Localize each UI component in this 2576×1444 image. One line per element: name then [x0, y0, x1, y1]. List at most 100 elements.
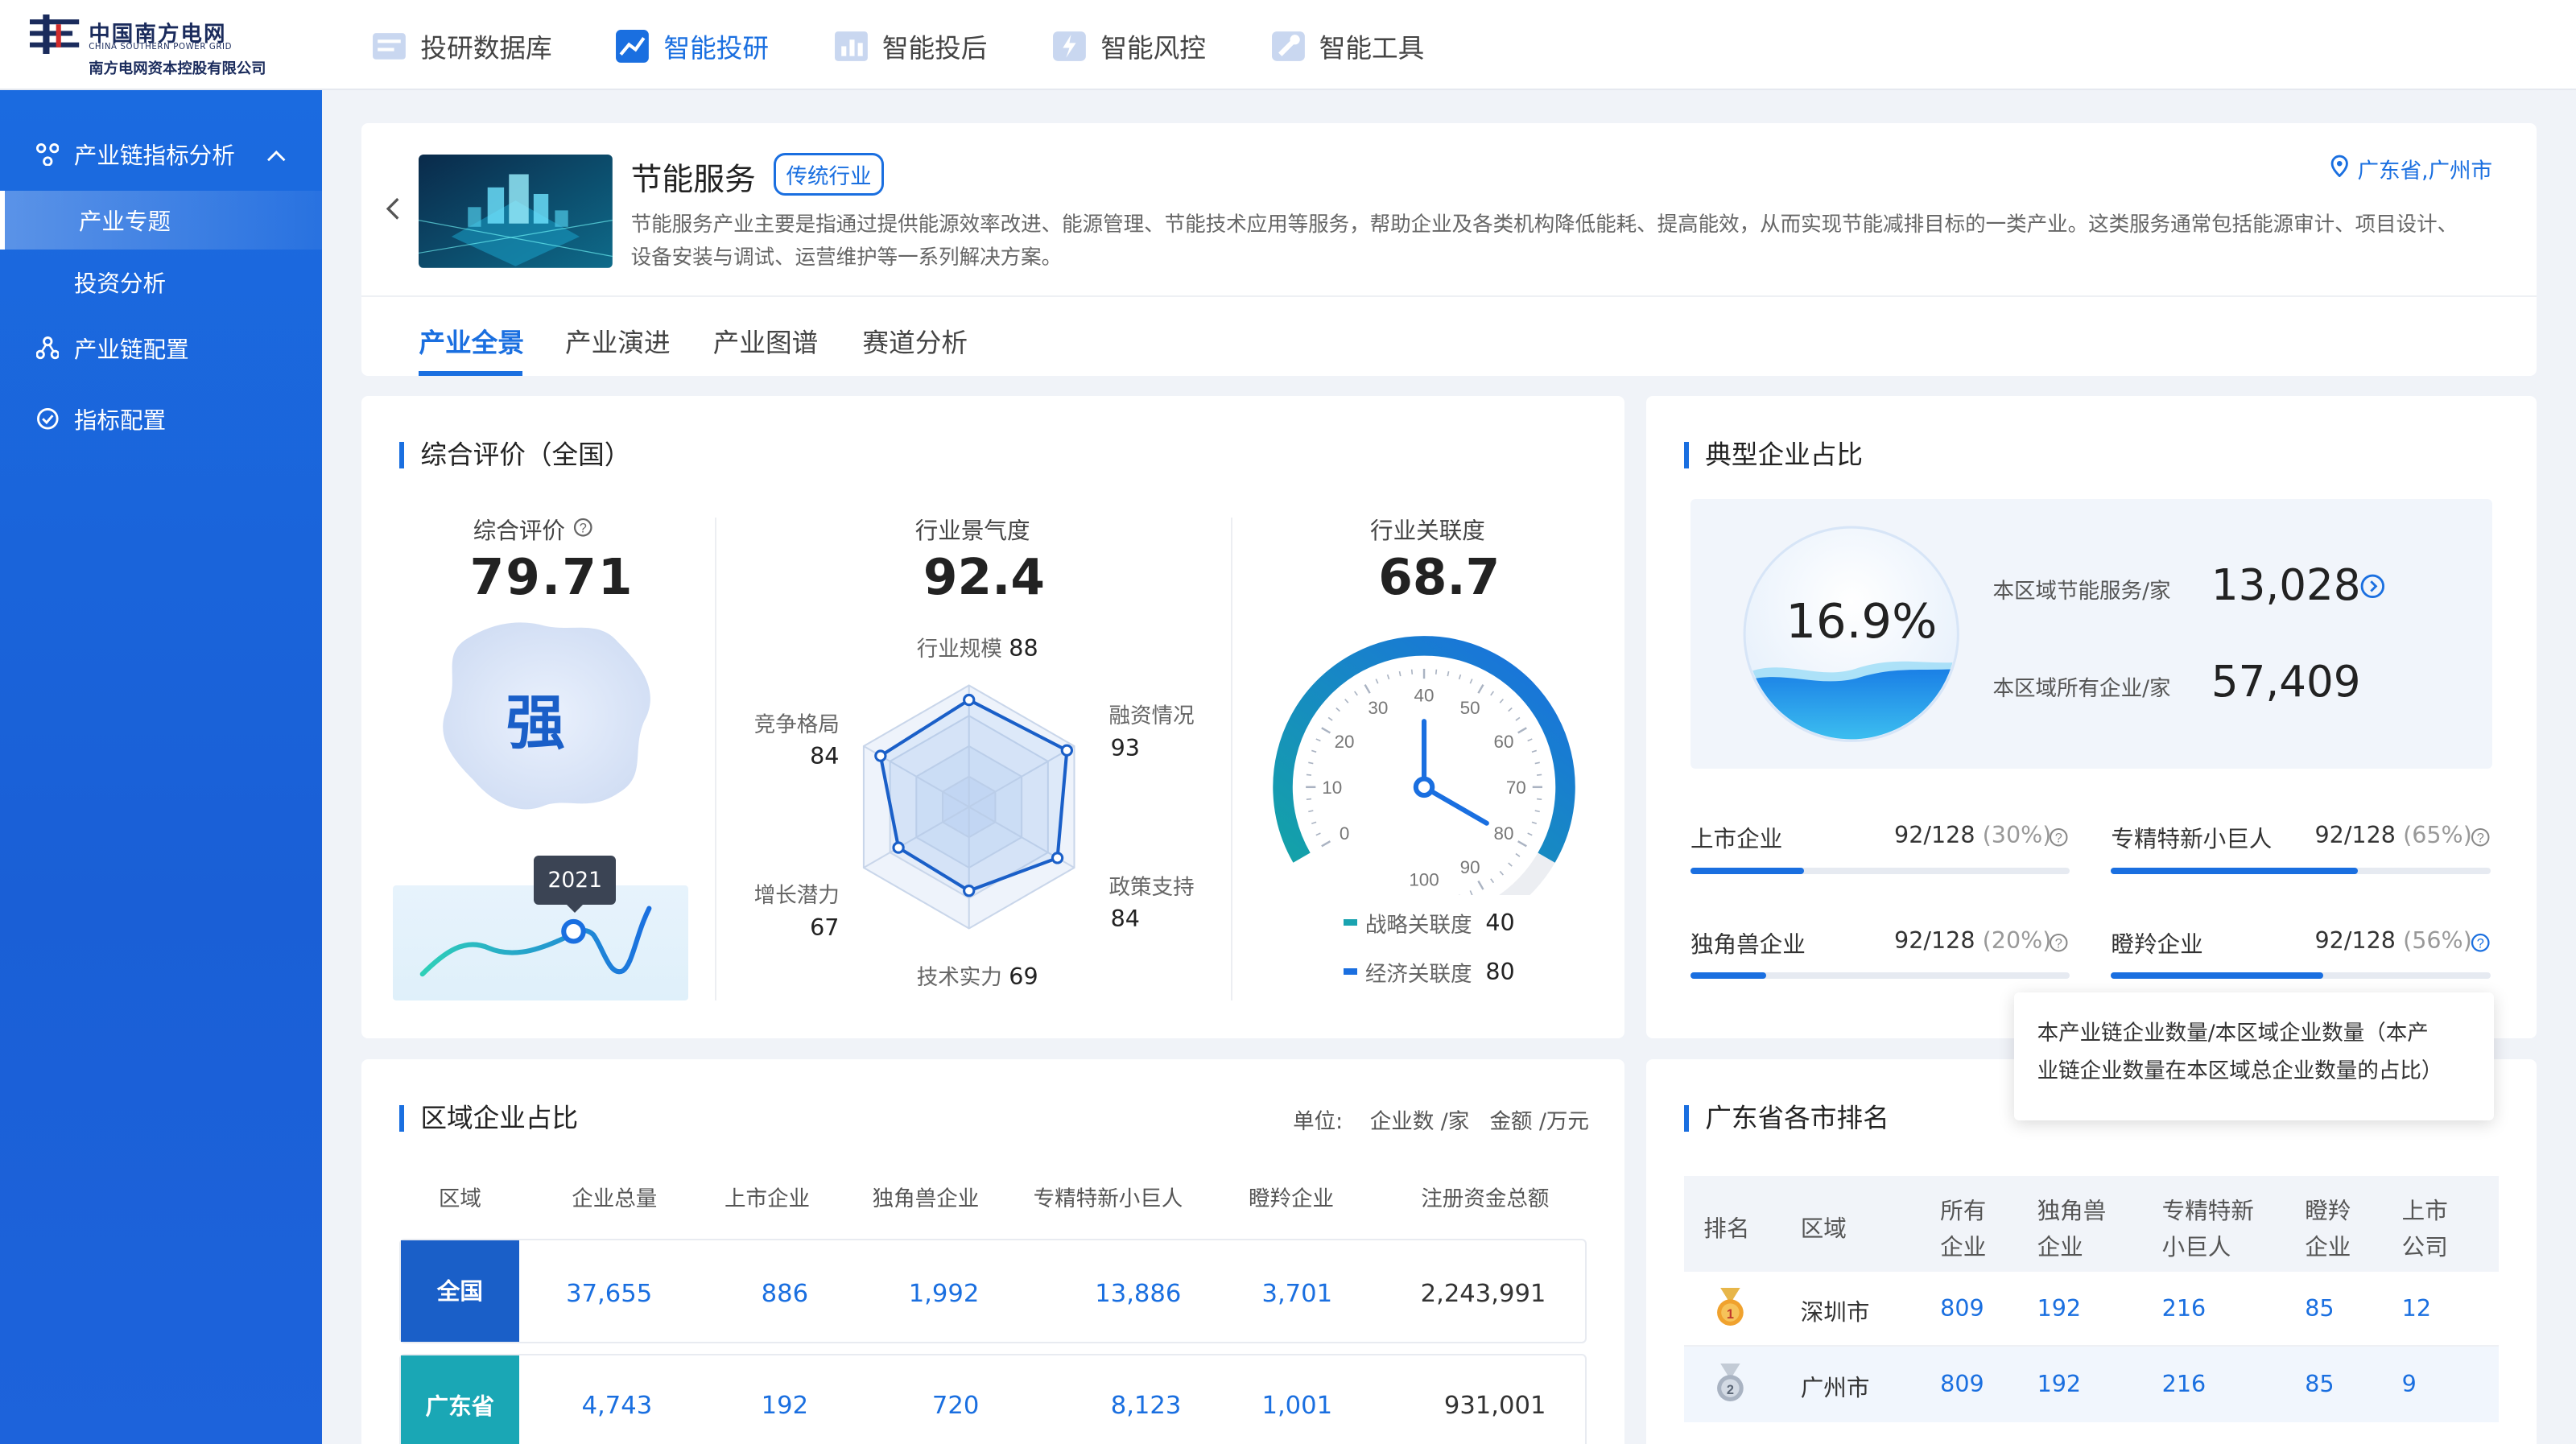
header-line: 专精特新 [2161, 1196, 2254, 1224]
gauge-tick [1477, 683, 1484, 694]
header-line: 独角兽 [2037, 1196, 2107, 1224]
gauge-hub [1414, 776, 1435, 798]
radar-axis-name: 融资情况 [1108, 703, 1195, 729]
stat-ratio: 92/128 (56%) [2314, 926, 2471, 954]
stat-label: 专精特新小巨人 [2111, 825, 2273, 853]
gauge-tick [1508, 862, 1513, 867]
tab-track-analysis[interactable]: 赛道分析 [862, 322, 968, 360]
table-cell: 886 [761, 1279, 809, 1308]
score-value: 79.71 [469, 548, 634, 606]
unit-label: 单位: [1293, 1109, 1344, 1135]
stat-percent: (56%) [2403, 926, 2472, 954]
nav-item-smart-research[interactable]: 智能投研 [614, 23, 769, 69]
chevron-up-icon[interactable] [266, 141, 286, 168]
help-icon[interactable]: ? [2471, 823, 2490, 853]
sidebar-group-label: 产业链指标分析 [73, 142, 235, 170]
help-icon[interactable]: ? [573, 515, 592, 543]
gauge-tick [1308, 761, 1314, 765]
company-logo[interactable]: 中国南方电网 CHINA SOUTHERN POWER GRID 南方电网资本控… [29, 11, 309, 80]
sidebar-item-indicator-config[interactable]: 指标配置 [0, 398, 322, 440]
section-title: 区域企业占比 [398, 1105, 578, 1133]
nav-item-risk-control[interactable]: 智能风控 [1051, 23, 1206, 69]
header-line: 企业 [1940, 1232, 1987, 1260]
gauge-legend-item: 经济关联度 80 [1344, 956, 1515, 988]
gauge-tick [1399, 670, 1402, 676]
bar-chart-icon [833, 28, 869, 64]
table-cell: 192 [2037, 1370, 2082, 1397]
tab-overview[interactable]: 产业全景 [419, 322, 524, 360]
table-row[interactable]: 全国 37,655 886 1,992 13,886 3,701 2,243,9… [398, 1238, 1587, 1344]
help-icon[interactable]: ? [2049, 823, 2068, 853]
table-cell: 3,701 [1261, 1279, 1333, 1308]
table-cell: 13,886 [1095, 1279, 1182, 1308]
progress-bar [1690, 972, 2070, 980]
radar-axis-label: 技术实力 69 [917, 959, 1038, 991]
gauge-tick-label: 90 [1460, 857, 1480, 877]
table-row[interactable]: 广东省 4,743 192 720 8,123 1,001 931,001 [398, 1353, 1587, 1444]
stat-label: 独角兽企业 [1690, 930, 1806, 958]
gauge-tick [1354, 691, 1359, 696]
radar-axis-value: 84 [810, 742, 840, 770]
nav-item-database[interactable]: 投研数据库 [371, 23, 552, 69]
gauge-tick [1469, 889, 1473, 896]
table-header: 瞪羚企业 [2305, 1193, 2351, 1265]
logo-sub-text: 南方电网资本控股有限公司 [89, 60, 266, 78]
nav-item-smart-tools[interactable]: 智能工具 [1270, 23, 1424, 69]
location-link[interactable]: 广东省,广州市 [2330, 153, 2492, 184]
nav-item-post-investment[interactable]: 智能投后 [833, 23, 988, 69]
table-header: 独角兽企业 [872, 1186, 980, 1212]
trend-point[interactable] [560, 918, 586, 944]
help-icon-active[interactable]: ? [2471, 928, 2490, 959]
radar-point [963, 693, 976, 706]
city-name: 广州市 [1800, 1374, 1870, 1401]
table-header: 专精特新小巨人 [2162, 1193, 2254, 1265]
table-cell: 720 [931, 1391, 980, 1420]
legend-swatch [1344, 918, 1357, 926]
svg-text:1: 1 [1726, 1307, 1733, 1322]
tab-evolution[interactable]: 产业演进 [565, 322, 671, 360]
table-cell: 809 [1940, 1370, 1984, 1397]
gauge-tick [1515, 716, 1521, 721]
back-chevron-icon[interactable] [385, 196, 401, 229]
radar-axis-name: 行业规模 [916, 636, 1002, 662]
sidebar-item-investment-analysis[interactable]: 投资分析 [0, 261, 322, 303]
svg-text:?: ? [2477, 936, 2484, 951]
gauge-tick [1375, 678, 1379, 684]
help-icon[interactable]: ? [2049, 928, 2068, 959]
radar-point [1061, 744, 1074, 757]
sidebar-item-industry-topic[interactable]: 产业专题 [0, 190, 322, 250]
grade-text: 强 [506, 688, 566, 757]
table-row[interactable]: 1 深圳市 809 192 216 85 12 [1683, 1272, 2500, 1347]
section-title: 典型企业占比 [1683, 442, 1863, 468]
header-line: 企业 [2305, 1232, 2351, 1260]
industry-tag: 传统行业 [774, 152, 884, 196]
arrow-right-circle-icon[interactable] [2359, 573, 2386, 606]
radar-axis-name: 技术实力 [916, 964, 1002, 990]
help-tooltip: 本产业链企业数量/本区域企业数量（本产 业链企业数量在本区域总企业数量的占比） [2014, 992, 2494, 1120]
sidebar-group-chain-analysis[interactable]: 产业链指标分析 [0, 133, 322, 175]
tab-map[interactable]: 产业图谱 [713, 322, 819, 360]
gauge-tick [1344, 698, 1349, 703]
gauge-needle [1422, 784, 1490, 826]
table-cell: 8,123 [1110, 1391, 1182, 1420]
all-count-value: 57,409 [2211, 657, 2361, 708]
unit-count: 企业数 /家 [1369, 1109, 1470, 1135]
stat-ratio: 92/128 (65%) [2314, 821, 2471, 848]
nav-label: 智能投后 [881, 32, 988, 64]
ratio-water-ball: 16.9% [1741, 524, 1961, 744]
gauge-tick [1447, 670, 1450, 676]
gauge-tick [1364, 683, 1372, 694]
stat-ratio-value: 92/128 [1894, 926, 1975, 954]
local-count-value: 13,028 [2211, 559, 2361, 610]
gauge-tick-label: 100 [1410, 869, 1439, 889]
table-header: 上市 公司 [2402, 1193, 2448, 1265]
table-row[interactable]: 2 广州市 809 192 216 85 9 [1683, 1347, 2500, 1423]
typical-enterprise-card: 典型企业占比 16.9% 本区域节能服务/家 13,028 本区域所有企业/家 … [1645, 395, 2537, 1038]
gauge-tick [1335, 707, 1341, 712]
sidebar: 产业链指标分析 产业专题 投资分析 产业链配置 指标配置 [0, 90, 322, 1444]
svg-text:?: ? [2477, 831, 2484, 845]
progress-bar [2111, 972, 2491, 980]
sidebar-item-chain-config[interactable]: 产业链配置 [0, 327, 322, 369]
table-cell: 9 [2401, 1370, 2417, 1397]
section-title: 综合评价（全国） [398, 442, 630, 468]
